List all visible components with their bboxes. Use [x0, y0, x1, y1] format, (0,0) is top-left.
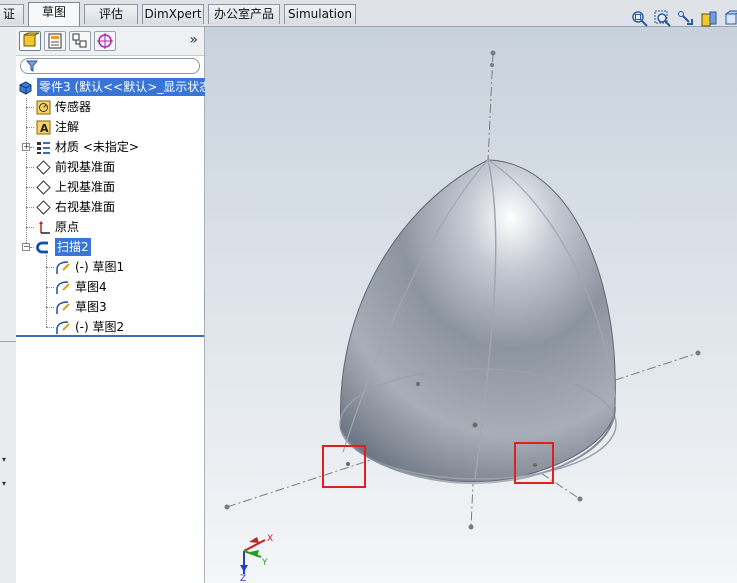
tab-simulation[interactable]: Simulation	[284, 4, 356, 24]
tree-child-label: (-) 草图2	[75, 320, 125, 334]
collapse-sweep[interactable]: −	[22, 243, 30, 251]
part-icon	[19, 81, 32, 95]
sensor-icon	[36, 100, 51, 115]
tab-partial[interactable]: 证	[0, 4, 24, 24]
graphics-area[interactable]: X Y Z	[205, 10, 737, 583]
tab-dimxpert[interactable]: DimXpert	[142, 4, 204, 24]
feature-tree-icon	[23, 32, 40, 47]
triad-y-label: Y	[261, 558, 268, 568]
tree-item-label: 原点	[55, 220, 80, 234]
material-icon	[37, 142, 50, 154]
sketch-icon	[56, 261, 70, 274]
crosshair-icon	[97, 33, 113, 49]
property-manager-tab[interactable]	[44, 31, 66, 51]
model-view[interactable]: X Y Z	[205, 27, 737, 583]
feature-tree-tab[interactable]	[19, 31, 41, 51]
sketch-icon	[56, 321, 70, 334]
command-manager-tabs: 证 草图 评估 DimXpert 办公室产品 Simulation	[0, 0, 737, 27]
feature-manager-tabs: »	[16, 27, 204, 56]
svg-text:A: A	[40, 122, 49, 135]
triad-z-label: Z	[240, 574, 246, 583]
tree-item-label: 右视基准面	[55, 200, 116, 214]
tab-office-products[interactable]: 办公室产品	[208, 4, 280, 24]
plane-icon	[36, 180, 51, 195]
zoom-to-fit-icon[interactable]	[631, 10, 649, 28]
sweep-icon	[36, 241, 48, 254]
tree-item-label: 上视基准面	[55, 180, 116, 194]
tree-item-label: 传感器	[55, 100, 92, 114]
property-icon	[48, 33, 62, 49]
sketch-icon	[56, 281, 70, 294]
tree-child-label: 草图4	[75, 280, 107, 294]
feature-manager-panel: » 零件3 (默认<<默认>_显示状态 传感器 + A 注解 材质 <未指定> …	[16, 27, 214, 583]
sketch-icon	[56, 301, 70, 314]
tab-evaluate[interactable]: 评估	[84, 4, 138, 24]
annotation-icon: A	[36, 120, 51, 135]
triad-x-label: X	[267, 534, 273, 544]
configuration-manager-tab[interactable]	[69, 31, 91, 51]
expand-annotations[interactable]: +	[22, 143, 30, 151]
tree-item-label: 材质 <未指定>	[55, 140, 139, 154]
task-pane-strip: ▾ ▾	[0, 27, 17, 583]
filter-icon	[26, 60, 38, 72]
strip-marker: ▾	[2, 479, 7, 488]
rollback-bar[interactable]	[16, 335, 204, 337]
view-orientation-icon[interactable]	[723, 10, 737, 28]
origin-icon	[39, 221, 50, 234]
dimxpert-manager-tab[interactable]	[94, 31, 116, 51]
expand-panel-button[interactable]: »	[189, 32, 198, 48]
plane-icon	[36, 200, 51, 215]
configuration-icon	[72, 33, 87, 48]
tree-filter-input[interactable]	[20, 58, 200, 74]
tree-item-label: 注解	[55, 120, 80, 134]
view-toolbar	[631, 10, 737, 30]
section-view-icon[interactable]	[700, 10, 718, 28]
strip-marker: ▾	[2, 455, 7, 464]
tree-item-label: 前视基准面	[55, 160, 116, 174]
tree-root-label: 零件3 (默认<<默认>_显示状态	[37, 78, 214, 96]
tree-child-label: 草图3	[75, 300, 107, 314]
tree-child-label: (-) 草图1	[75, 260, 125, 274]
previous-view-icon[interactable]	[677, 10, 695, 28]
tree-item-label: 扫描2	[55, 238, 91, 256]
zoom-to-area-icon[interactable]	[654, 10, 672, 28]
tab-sketch[interactable]: 草图	[28, 2, 80, 26]
plane-icon	[36, 160, 51, 175]
